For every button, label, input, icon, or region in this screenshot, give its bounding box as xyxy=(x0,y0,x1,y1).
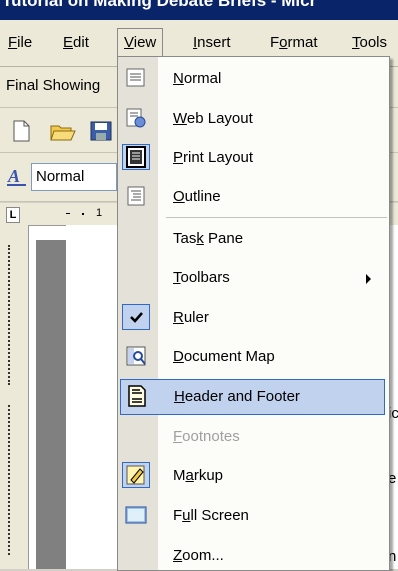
view-menu-item-zoom-label: Zoom... xyxy=(173,547,224,564)
ruler-tick xyxy=(66,213,70,214)
menu-format-mnemonic: o xyxy=(279,34,288,51)
view-menu-item-full-screen-label: Full Screen xyxy=(173,507,249,524)
view-menu-item-document-map-label: Document Map xyxy=(173,348,275,365)
new-document-icon[interactable] xyxy=(12,120,30,142)
ruler-tick xyxy=(8,245,16,385)
view-menu-item-normal-label: Normal xyxy=(173,70,222,87)
normal-view-icon xyxy=(126,68,145,87)
view-menu-item-full-screen[interactable]: Full Screen xyxy=(118,498,389,534)
view-menu-item-ruler[interactable]: Ruler xyxy=(118,300,389,336)
outline-view-icon xyxy=(127,186,145,206)
menu-format-label: rmat xyxy=(287,34,318,51)
window-title: Tutorial on Making Debate Briefs - Micr xyxy=(2,0,317,10)
style-combo[interactable]: Normal xyxy=(31,163,117,191)
view-menu-item-toolbars-label: Toolbars xyxy=(173,269,230,286)
menu-view[interactable]: View xyxy=(117,28,164,57)
ruler-tick xyxy=(82,213,84,215)
menu-file-mnemonic: F xyxy=(8,34,18,51)
menu-edit-mnemonic: E xyxy=(63,34,74,51)
title-bar: Tutorial on Making Debate Briefs - Micr xyxy=(0,0,398,20)
vertical-ruler xyxy=(0,225,29,569)
ruler-number: 1 xyxy=(96,207,103,219)
view-menu-item-task-pane[interactable]: Task Pane xyxy=(118,221,389,257)
save-icon[interactable] xyxy=(90,121,112,141)
view-menu-item-outline[interactable]: Outline xyxy=(118,179,389,215)
view-menu-item-print-layout-label: Print Layout xyxy=(173,149,254,166)
header-footer-icon xyxy=(128,385,146,407)
menu-separator xyxy=(166,217,387,218)
menu-tools-label: ools xyxy=(359,34,388,51)
open-folder-icon[interactable] xyxy=(50,120,76,142)
document-map-icon xyxy=(126,346,146,366)
styles-formatting-icon[interactable]: A xyxy=(6,166,28,188)
view-menu-item-zoom[interactable]: Zoom... xyxy=(118,538,389,570)
ruler-tick xyxy=(8,405,16,555)
view-menu-item-ruler-label: Ruler xyxy=(173,309,209,326)
menu-view-label: iew xyxy=(133,34,157,51)
menu-format-pre: F xyxy=(270,34,280,51)
menu-edit[interactable]: Edit xyxy=(63,34,89,51)
view-menu: Normal Web Layout Print Layout Outline T… xyxy=(117,56,390,571)
view-menu-item-header-footer-label: Header and Footer xyxy=(174,388,300,405)
menu-view-mnemonic: V xyxy=(124,34,134,51)
view-menu-item-print-layout[interactable]: Print Layout xyxy=(118,140,389,176)
view-menu-item-normal[interactable]: Normal xyxy=(118,61,389,97)
display-for-review-combo[interactable]: Final Showing xyxy=(2,73,118,99)
view-menu-item-web-layout[interactable]: Web Layout xyxy=(118,101,389,137)
svg-text:A: A xyxy=(7,166,20,186)
checkmark-icon xyxy=(130,312,143,323)
markup-icon xyxy=(126,465,145,485)
page-margin xyxy=(36,240,66,569)
web-layout-icon xyxy=(126,108,146,128)
menu-format[interactable]: Format xyxy=(270,34,318,51)
menu-insert[interactable]: Insert xyxy=(193,34,231,51)
menu-tools[interactable]: Tools xyxy=(352,34,387,51)
tab-selector-icon[interactable]: L xyxy=(6,207,20,223)
view-menu-item-footnotes: Footnotes xyxy=(118,419,389,455)
menu-file-label: ile xyxy=(17,34,33,51)
view-menu-item-web-layout-label: Web Layout xyxy=(173,110,253,127)
menu-insert-label: nsert xyxy=(197,34,231,51)
view-menu-item-toolbars[interactable]: Toolbars xyxy=(118,260,389,296)
print-layout-icon xyxy=(126,146,146,168)
view-menu-item-outline-label: Outline xyxy=(173,188,221,205)
menu-edit-label: dit xyxy=(73,34,89,51)
view-menu-item-task-pane-label: Task Pane xyxy=(173,230,244,247)
full-screen-icon xyxy=(125,506,147,524)
menu-file[interactable]: File xyxy=(8,34,32,51)
submenu-arrow-icon xyxy=(366,274,371,284)
view-menu-item-header-footer[interactable]: Header and Footer xyxy=(120,379,385,415)
view-menu-item-markup[interactable]: Markup xyxy=(118,458,389,494)
menu-tools-mnemonic: T xyxy=(352,34,360,51)
view-menu-item-document-map[interactable]: Document Map xyxy=(118,339,389,375)
view-menu-item-footnotes-label: Footnotes xyxy=(173,428,240,445)
view-menu-item-markup-label: Markup xyxy=(173,467,224,484)
